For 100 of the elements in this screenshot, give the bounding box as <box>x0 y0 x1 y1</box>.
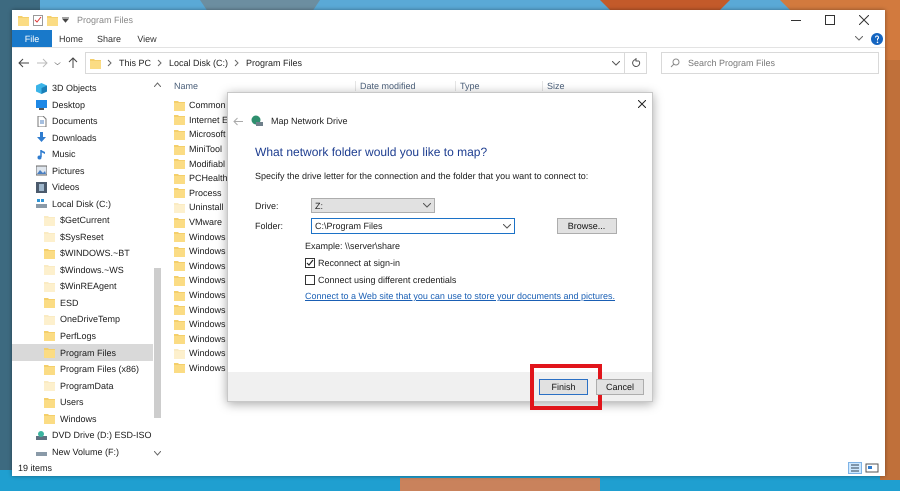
chevron-icon <box>107 59 113 67</box>
chevron-icon[interactable] <box>855 36 863 41</box>
scroll-down-icon[interactable] <box>154 451 161 456</box>
chevron-icon <box>503 224 511 228</box>
file-name[interactable]: Windows <box>189 290 226 300</box>
sidebar-item[interactable]: $Windows.~WS <box>12 262 153 278</box>
close-icon[interactable] <box>638 100 646 108</box>
file-name[interactable]: Windows <box>189 304 226 315</box>
column-header[interactable]: Size <box>542 81 602 91</box>
dropdown-icon[interactable] <box>62 17 69 23</box>
breadcrumb[interactable]: This PC <box>119 58 152 68</box>
sidebar-item[interactable]: Windows <box>12 410 153 427</box>
disk-icon <box>36 198 47 210</box>
dialog-title: Map Network Drive <box>271 116 348 126</box>
details-view-icon[interactable] <box>848 462 862 474</box>
sidebar-item[interactable]: OneDriveTemp <box>12 311 153 328</box>
sidebar-item[interactable]: DVD Drive (D:) ESD-ISO <box>12 426 153 444</box>
sidebar-item[interactable]: Downloads <box>12 130 153 146</box>
file-name[interactable]: Microsoft <box>189 129 226 140</box>
file-name[interactable]: VMware <box>189 217 222 228</box>
file-name[interactable]: Windows <box>189 246 226 256</box>
address-bar[interactable]: This PC Local Disk (C:) Program Files <box>85 52 625 74</box>
file-name[interactable]: Windows <box>189 260 226 271</box>
sidebar-item[interactable]: 3D Objects <box>12 80 153 97</box>
sidebar-item[interactable]: PerfLogs <box>12 328 153 344</box>
browse-button[interactable]: Browse... <box>556 218 616 234</box>
ribbon-tab[interactable]: Home <box>52 30 90 47</box>
web-site-link[interactable]: Connect to a Web site that you can use to store your documents and pictures. <box>305 291 652 301</box>
document-icon <box>36 116 47 127</box>
sidebar-item[interactable]: Pictures <box>12 162 153 180</box>
field-label: Drive: <box>255 200 280 210</box>
sidebar-item[interactable]: ProgramData <box>12 377 153 394</box>
sidebar-item[interactable]: Music <box>12 146 153 163</box>
breadcrumb[interactable]: Program Files <box>246 58 302 68</box>
cancel-button[interactable]: Cancel <box>596 378 644 394</box>
file-name[interactable]: Windows <box>189 319 226 330</box>
sidebar-item[interactable]: $SysReset <box>12 228 153 246</box>
checkbox[interactable] <box>305 258 315 268</box>
sidebar-item[interactable]: New Volume (F:) <box>12 443 153 460</box>
help-icon[interactable] <box>871 32 883 44</box>
sidebar-item[interactable]: Local Disk (C:) <box>12 196 153 212</box>
chevron-icon <box>234 59 240 67</box>
download-icon <box>36 132 47 144</box>
file-name[interactable]: Common <box>189 100 226 110</box>
finish-button[interactable]: Finish <box>539 378 588 394</box>
file-name[interactable]: Modifiabl <box>189 158 226 169</box>
file-name[interactable]: Windows <box>189 232 226 242</box>
sidebar-item[interactable]: Documents <box>12 113 153 130</box>
ribbon-tab[interactable]: File <box>12 30 52 47</box>
drive-select[interactable]: Z: <box>311 198 435 213</box>
search-field[interactable]: Search Program Files <box>661 52 879 74</box>
tiles-view-icon[interactable] <box>865 462 879 474</box>
folder-field[interactable]: C:\Program Files <box>311 218 515 234</box>
properties-icon[interactable] <box>33 14 43 26</box>
file-name[interactable]: Windows <box>189 362 226 373</box>
column-header[interactable]: Type <box>455 81 542 91</box>
film-icon <box>36 182 47 193</box>
item-count: 19 items <box>18 463 52 473</box>
dialog-heading: What network folder would you like to map? <box>255 145 488 159</box>
search-icon <box>670 58 680 68</box>
ribbon-tab[interactable]: View <box>128 30 166 47</box>
file-name[interactable]: Internet E <box>189 114 228 125</box>
chevron-icon[interactable] <box>612 60 620 66</box>
file-name[interactable]: Windows <box>189 334 226 344</box>
chevron-icon <box>157 59 164 67</box>
back-icon[interactable] <box>18 57 30 69</box>
checkbox[interactable] <box>305 275 315 285</box>
folder-icon <box>47 14 58 26</box>
sidebar-item[interactable]: Program Files <box>12 344 153 361</box>
sidebar-item[interactable]: ESD <box>12 294 153 312</box>
file-name[interactable]: Uninstall <box>189 202 224 212</box>
dvd-drive-icon <box>36 430 47 441</box>
refresh-button[interactable] <box>625 52 647 74</box>
folder-icon <box>90 58 101 68</box>
sidebar-item[interactable]: Users <box>12 394 153 410</box>
sidebar-item[interactable]: Desktop <box>12 96 153 114</box>
folder-icon <box>18 14 29 26</box>
sidebar-item[interactable]: Videos <box>12 179 153 196</box>
music-icon <box>36 148 47 160</box>
scroll-up-icon[interactable] <box>154 82 161 87</box>
up-icon[interactable] <box>67 57 79 69</box>
sidebar-item[interactable]: Program Files (x86) <box>12 360 153 378</box>
column-header[interactable]: Date modified <box>355 81 455 91</box>
description: Specify the drive letter for the connection and the folder that you want to connect to: <box>255 171 590 181</box>
breadcrumb[interactable]: Local Disk (C:) <box>169 58 228 68</box>
file-name[interactable]: PCHealth <box>189 173 228 184</box>
cube-icon <box>36 82 47 94</box>
sidebar-item[interactable]: $WinREAgent <box>12 278 153 295</box>
close-icon[interactable] <box>859 15 869 25</box>
maximize-icon[interactable] <box>825 15 835 25</box>
ribbon-tab[interactable]: Share <box>90 30 128 47</box>
file-name[interactable]: Windows <box>189 348 226 358</box>
sidebar-item[interactable]: $GetCurrent <box>12 212 153 229</box>
column-header[interactable]: Name <box>174 81 355 91</box>
file-name[interactable]: MiniTool <box>189 144 222 154</box>
checkbox-label: Reconnect at sign-in <box>318 258 400 268</box>
sidebar-item[interactable]: $WINDOWS.~BT <box>12 245 153 262</box>
checkbox-label: Connect using different credentials <box>318 275 456 285</box>
file-name[interactable]: Windows <box>189 275 226 286</box>
file-name[interactable]: Process <box>189 188 222 198</box>
